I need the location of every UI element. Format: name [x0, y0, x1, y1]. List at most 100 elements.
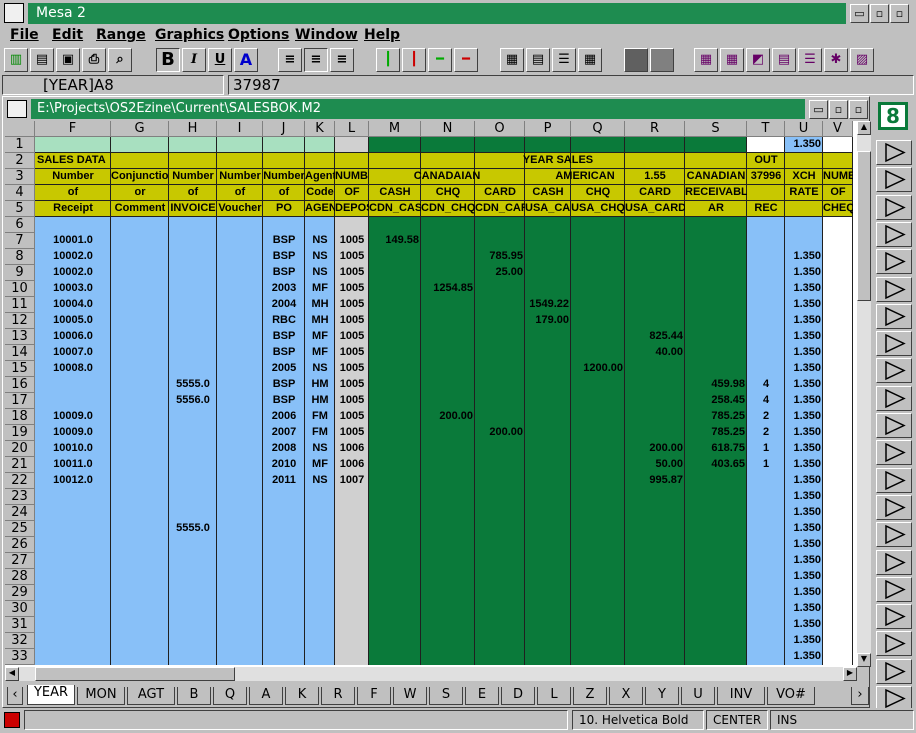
cell-bg[interactable] [525, 393, 571, 409]
cell-bg[interactable] [305, 569, 335, 585]
cell-bg[interactable] [571, 265, 625, 281]
cell-bg[interactable] [421, 425, 475, 441]
cell-bg[interactable] [823, 377, 853, 393]
vertical-scrollbar[interactable]: ▲ ▼ [857, 121, 871, 667]
row-header-13[interactable]: 13 [5, 329, 35, 345]
cell-u26[interactable]: 1.350 [785, 537, 823, 553]
header-r4-m[interactable]: CASH [369, 185, 421, 201]
cell-bg[interactable] [421, 233, 475, 249]
cell-bg[interactable] [571, 329, 625, 345]
sheet-tab-b[interactable]: B [177, 687, 211, 705]
row-header-6[interactable]: 6 [5, 217, 35, 233]
app-icon[interactable] [4, 3, 24, 23]
header-r5-o[interactable]: CDN_CARD [475, 201, 525, 217]
macro-play-button[interactable] [876, 140, 912, 165]
cell-bg[interactable] [475, 233, 525, 249]
cell-bg[interactable] [525, 633, 571, 649]
border-right-icon[interactable]: ┃ [402, 48, 426, 72]
cell-k8[interactable]: NS [305, 249, 335, 265]
tab-scroll-left-icon[interactable]: ‹ [7, 687, 23, 705]
cell-f14[interactable]: 10007.0 [35, 345, 111, 361]
cell-bg[interactable] [475, 281, 525, 297]
cell-bg[interactable] [747, 233, 785, 249]
close-button[interactable]: ▫ [890, 4, 909, 23]
cell-bg[interactable] [747, 313, 785, 329]
cell-r20[interactable]: 200.00 [625, 441, 685, 457]
cell-bg[interactable] [747, 361, 785, 377]
cell-h16[interactable]: 5555.0 [169, 377, 217, 393]
sheet-tab-l[interactable]: L [537, 687, 571, 705]
cell-bg[interactable] [747, 505, 785, 521]
cell-j22[interactable]: 2011 [263, 473, 305, 489]
header-r5-j[interactable]: PO [263, 201, 305, 217]
header-r4-k[interactable]: Code [305, 185, 335, 201]
cell-s18[interactable]: 785.25 [685, 409, 747, 425]
cell-bg[interactable] [111, 601, 169, 617]
cell-bg[interactable] [111, 409, 169, 425]
cell-bg[interactable] [571, 617, 625, 633]
cell-u17[interactable]: 1.350 [785, 393, 823, 409]
cell-bg[interactable] [571, 585, 625, 601]
cell-bg[interactable] [35, 217, 111, 233]
cell-bg[interactable] [747, 633, 785, 649]
grid-rows-icon[interactable]: ☰ [552, 48, 576, 72]
cell-u29[interactable]: 1.350 [785, 585, 823, 601]
cell-bg[interactable] [823, 569, 853, 585]
macro-play-button[interactable] [876, 604, 912, 630]
cell-o8[interactable]: 785.95 [475, 249, 525, 265]
cell-bg[interactable] [111, 537, 169, 553]
cell-bg[interactable] [217, 601, 263, 617]
cell-f12[interactable]: 10005.0 [35, 313, 111, 329]
cell-bg[interactable] [217, 377, 263, 393]
header-r4-o[interactable]: CARD [475, 185, 525, 201]
cell-bg[interactable] [525, 345, 571, 361]
cell-k15[interactable]: NS [305, 361, 335, 377]
sheet-tab-u[interactable]: U [681, 687, 715, 705]
macro-play-button[interactable] [876, 658, 912, 684]
cell-bg[interactable] [335, 489, 369, 505]
cell-j21[interactable]: 2010 [263, 457, 305, 473]
cell-u15[interactable]: 1.350 [785, 361, 823, 377]
cell-bg[interactable] [169, 281, 217, 297]
macro-play-button[interactable] [876, 576, 912, 602]
header-r5-g[interactable]: Comment [111, 201, 169, 217]
cell-l16[interactable]: 1005 [335, 377, 369, 393]
cell-k13[interactable]: MF [305, 329, 335, 345]
cell-bg[interactable] [369, 649, 421, 665]
cell-bg[interactable] [525, 569, 571, 585]
cell-q15[interactable]: 1200.00 [571, 361, 625, 377]
row-header-18[interactable]: 18 [5, 409, 35, 425]
cell-l22[interactable]: 1007 [335, 473, 369, 489]
cell-bg[interactable] [217, 393, 263, 409]
cell-bg[interactable] [369, 521, 421, 537]
row-header-4[interactable]: 4 [5, 185, 35, 201]
sheet-tab-x[interactable]: X [609, 687, 643, 705]
cell-bg[interactable] [475, 473, 525, 489]
cell-bg[interactable] [35, 633, 111, 649]
header-r5-r[interactable]: USA_CARD [625, 201, 685, 217]
grid-left-icon[interactable]: ▦ [500, 48, 524, 72]
header-r5-k[interactable]: AGENT [305, 201, 335, 217]
header-r5-f[interactable]: Receipt [35, 201, 111, 217]
cell-bg[interactable] [169, 601, 217, 617]
cell-bg[interactable] [823, 521, 853, 537]
grid-lines-icon[interactable]: ▤ [526, 48, 550, 72]
header-r4-u[interactable]: RATE [785, 185, 823, 201]
cell-k11[interactable]: MH [305, 297, 335, 313]
header-r4-i[interactable]: of [217, 185, 263, 201]
header-r5-p[interactable]: USA_CASH [525, 201, 571, 217]
cell-j15[interactable]: 2005 [263, 361, 305, 377]
cell-bg[interactable] [369, 361, 421, 377]
cell-bg[interactable] [217, 633, 263, 649]
cell-bg[interactable] [263, 569, 305, 585]
cell-bg[interactable] [685, 489, 747, 505]
sheet-tab-s[interactable]: S [429, 687, 463, 705]
cell-bg[interactable] [421, 361, 475, 377]
cell-bg[interactable] [571, 473, 625, 489]
cell-bg[interactable] [421, 489, 475, 505]
cell-bg[interactable] [35, 489, 111, 505]
cell-bg[interactable] [625, 569, 685, 585]
cell-bg[interactable] [571, 297, 625, 313]
menu-graphics[interactable]: Graphics [155, 27, 224, 43]
cell-bg[interactable] [823, 457, 853, 473]
